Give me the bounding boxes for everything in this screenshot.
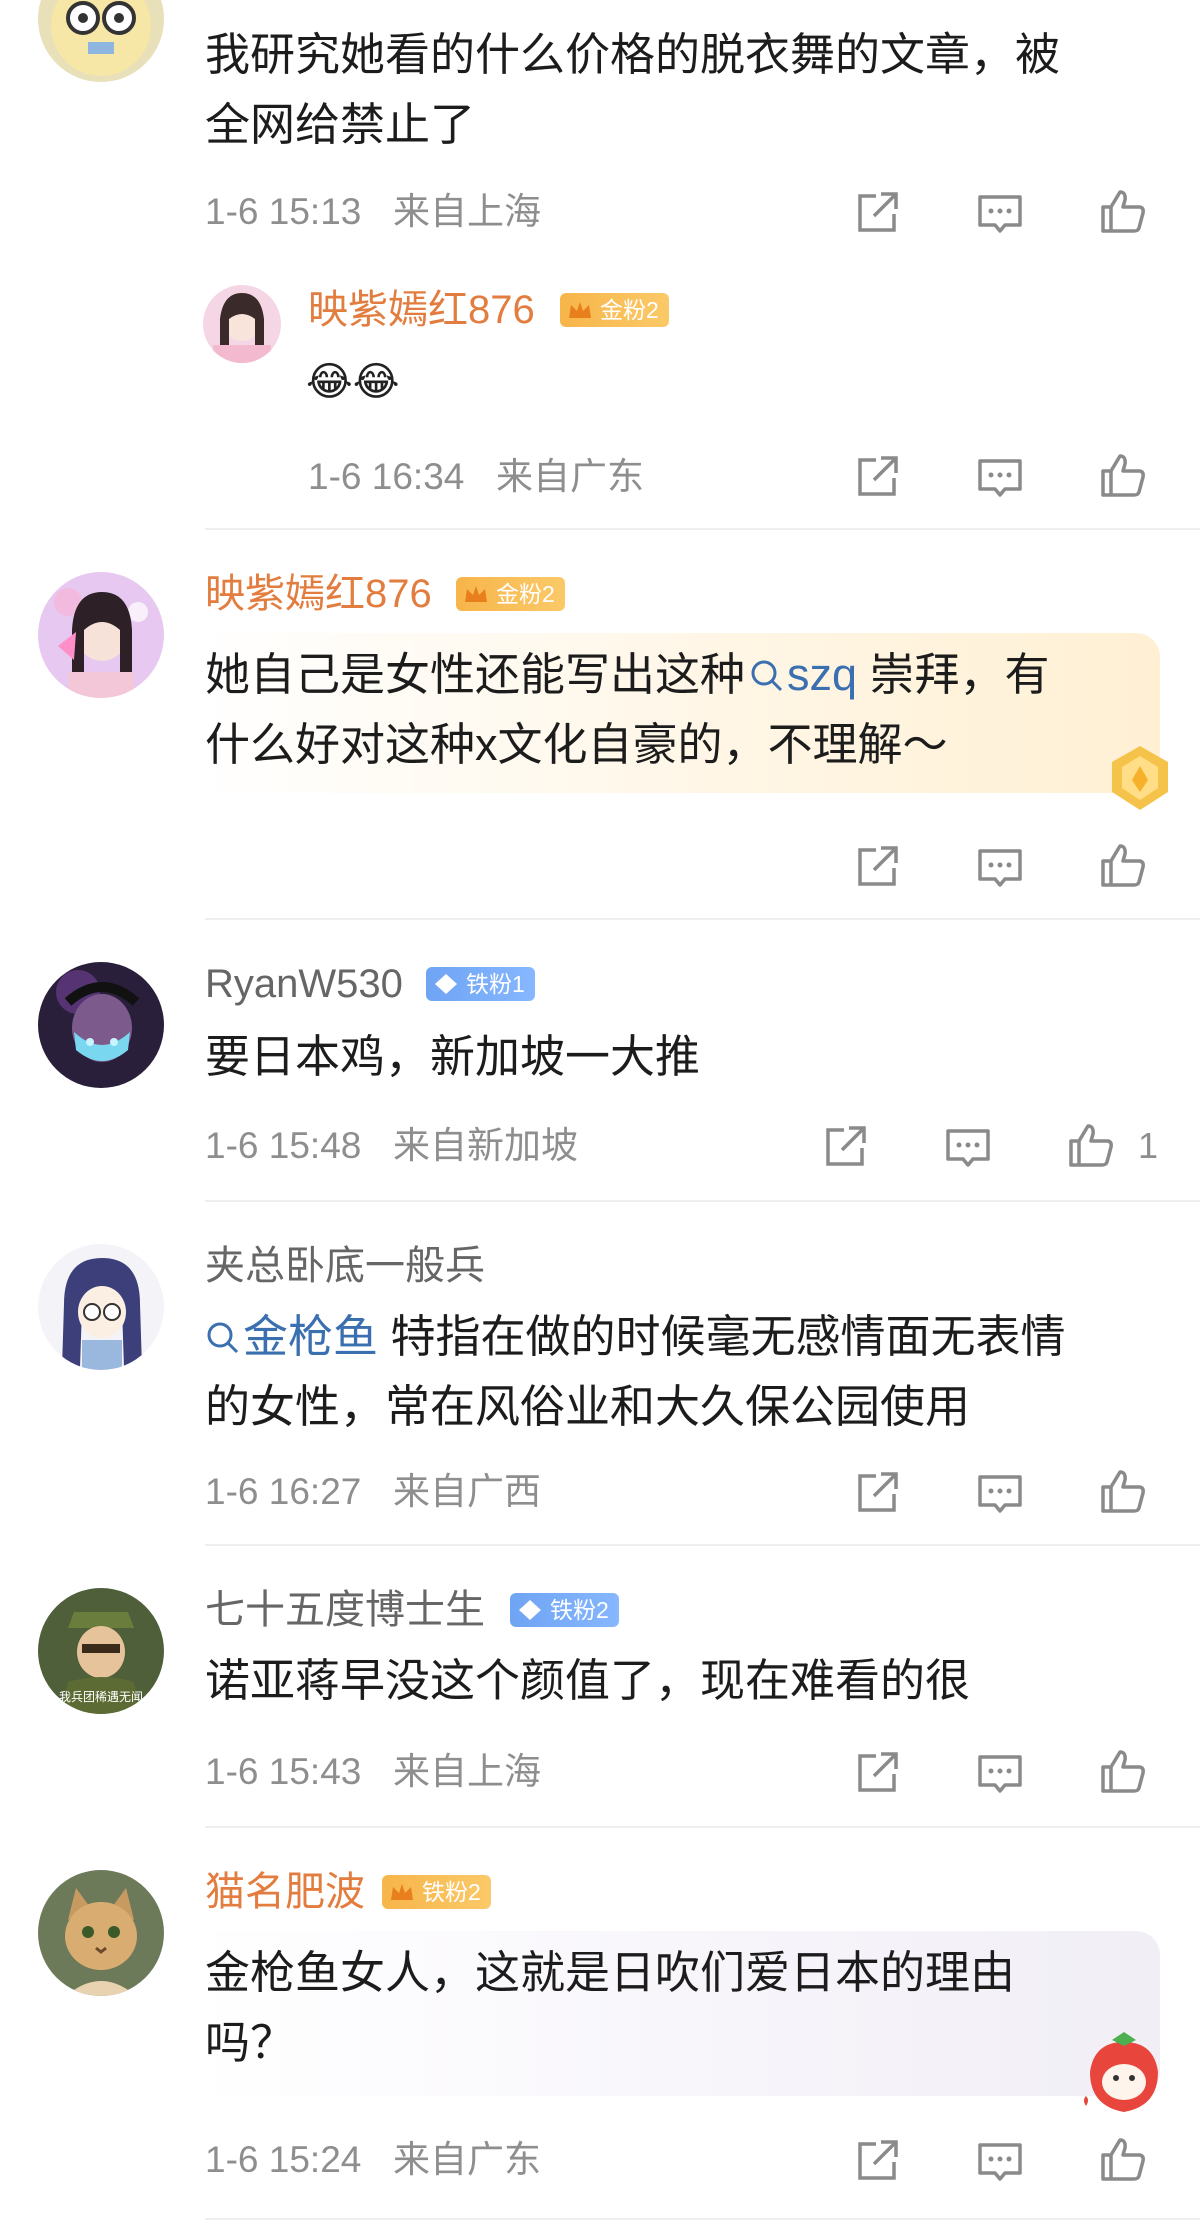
like-icon[interactable] xyxy=(1098,1466,1148,1516)
comment-6: 猫名肥波 铁粉2 金枪鱼女人，这就是日吹们爱日本的理由 吗？ 1-6 15:24… xyxy=(0,1828,1200,2239)
comment-icon[interactable] xyxy=(975,188,1025,238)
comment-text-line: 我研究她看的什么价格的脱衣舞的文章，被 xyxy=(205,29,1061,80)
comment-icon[interactable] xyxy=(975,452,1025,502)
share-icon[interactable] xyxy=(852,188,902,238)
comment-text: 要日本鸡，新加坡一大推 xyxy=(205,1031,701,1082)
avatar[interactable] xyxy=(38,572,164,698)
share-icon[interactable] xyxy=(852,2136,902,2186)
badge-label: 金粉2 xyxy=(600,297,659,323)
username[interactable]: RyanW530 xyxy=(205,960,403,1008)
reply-emoji: 😂😂 xyxy=(306,360,400,404)
avatar[interactable] xyxy=(38,962,164,1088)
comment-text-line: 金枪鱼 特指在做的时候毫无感情面无表情 xyxy=(205,1302,1066,1372)
comment-text-line: 的女性，常在风俗业和大久保公园使用 xyxy=(205,1381,971,1432)
share-icon[interactable] xyxy=(852,452,902,502)
reply-avatar[interactable] xyxy=(203,285,281,363)
comment-1: 我研究她看的什么价格的脱衣舞的文章，被 全网给禁止了 1-6 15:13 来自上… xyxy=(0,0,1200,530)
badge-label: 铁粉1 xyxy=(466,971,525,997)
comment-icon[interactable] xyxy=(975,1468,1025,1518)
reply-location: 来自广东 xyxy=(496,456,644,497)
comment-text-line: 她自己是女性还能写出这种 szq 崇拜，有 xyxy=(205,649,1050,700)
avatar-caption: 我兵团稀遇无闻 xyxy=(58,1690,143,1704)
divider xyxy=(205,2218,1200,2220)
avatar[interactable] xyxy=(38,1244,164,1370)
badge-label: 铁粉2 xyxy=(422,1879,481,1905)
fan-badge: 铁粉2 xyxy=(510,1593,619,1627)
crown-icon xyxy=(569,302,591,318)
comment-5: 我兵团稀遇无闻 七十五度博士生 铁粉2 诺亚蒋早没这个颜值了，现在难看的很 1-… xyxy=(0,1546,1200,1828)
like-icon[interactable] xyxy=(1066,1120,1116,1170)
crown-icon xyxy=(465,586,487,602)
reply-date: 1-6 16:34 xyxy=(308,456,465,497)
like-count: 1 xyxy=(1138,1125,1159,1166)
username[interactable]: 映紫嫣红876 xyxy=(205,570,432,618)
comment-text-line: 什么好对这种x文化自豪的，不理解～ xyxy=(205,719,948,770)
like-icon[interactable] xyxy=(1098,186,1148,236)
username[interactable]: 猫名肥波 xyxy=(205,1868,365,1916)
comment-icon[interactable] xyxy=(975,1748,1025,1798)
username[interactable]: 夹总卧底一般兵 xyxy=(205,1242,485,1290)
comment-date: 1-6 15:13 xyxy=(205,191,362,232)
search-link-icon xyxy=(751,660,783,692)
comment-text-line: 吗？ xyxy=(205,2017,296,2068)
comment-date: 1-6 15:43 xyxy=(205,1751,362,1792)
search-link-icon xyxy=(207,1322,239,1354)
comment-4: 夹总卧底一般兵 金枪鱼 特指在做的时候毫无感情面无表情 的女性，常在风俗业和大久… xyxy=(0,1202,1200,1546)
share-icon[interactable] xyxy=(852,1468,902,1518)
share-icon[interactable] xyxy=(820,1122,870,1172)
comment-location: 来自新加坡 xyxy=(393,1125,578,1166)
comment-date: 1-6 15:48 xyxy=(205,1125,362,1166)
reply-username[interactable]: 映紫嫣红876 xyxy=(308,286,535,334)
comment-location: 来自广西 xyxy=(393,1471,541,1512)
share-icon[interactable] xyxy=(852,1748,902,1798)
fan-badge: 金粉2 xyxy=(560,293,669,327)
comment-text: 诺亚蒋早没这个颜值了，现在难看的很 xyxy=(205,1655,971,1706)
diamond-icon xyxy=(519,1600,541,1620)
badge-label: 铁粉2 xyxy=(550,1597,609,1623)
comment-icon[interactable] xyxy=(943,1122,993,1172)
fan-badge: 铁粉1 xyxy=(426,967,535,1001)
comment-location: 来自广东 xyxy=(393,2139,541,2180)
username[interactable]: 七十五度博士生 xyxy=(205,1586,485,1634)
comment-location: 来自上海 xyxy=(393,191,541,232)
comment-icon[interactable] xyxy=(975,842,1025,892)
like-icon[interactable] xyxy=(1098,1746,1148,1796)
fan-badge: 金粉2 xyxy=(456,577,565,611)
avatar[interactable] xyxy=(38,1870,164,1996)
comment-3: RyanW530 铁粉1 要日本鸡，新加坡一大推 1-6 15:48 来自新加坡… xyxy=(0,920,1200,1200)
like-icon[interactable] xyxy=(1098,450,1148,500)
comment-text-line: 金枪鱼女人，这就是日吹们爱日本的理由 xyxy=(205,1947,1016,1998)
comment-location: 来自上海 xyxy=(393,1751,541,1792)
crown-icon xyxy=(391,1884,413,1900)
search-link[interactable]: 金枪鱼 xyxy=(205,1311,378,1362)
comment-date: 1-6 15:24 xyxy=(205,2139,362,2180)
comment-icon[interactable] xyxy=(975,2136,1025,2186)
like-icon[interactable] xyxy=(1098,840,1148,890)
badge-label: 金粉2 xyxy=(496,581,555,607)
comment-text-line: 全网给禁止了 xyxy=(205,99,476,150)
medal-icon xyxy=(1100,740,1180,820)
diamond-icon xyxy=(435,974,457,994)
share-icon[interactable] xyxy=(852,842,902,892)
search-link[interactable]: szq xyxy=(745,649,857,700)
like-icon[interactable] xyxy=(1098,2134,1148,2184)
fan-badge: 铁粉2 xyxy=(382,1875,491,1909)
strawberry-mascot-icon xyxy=(1076,2028,1172,2118)
avatar[interactable] xyxy=(38,0,164,82)
comment-date: 1-6 16:27 xyxy=(205,1471,362,1512)
